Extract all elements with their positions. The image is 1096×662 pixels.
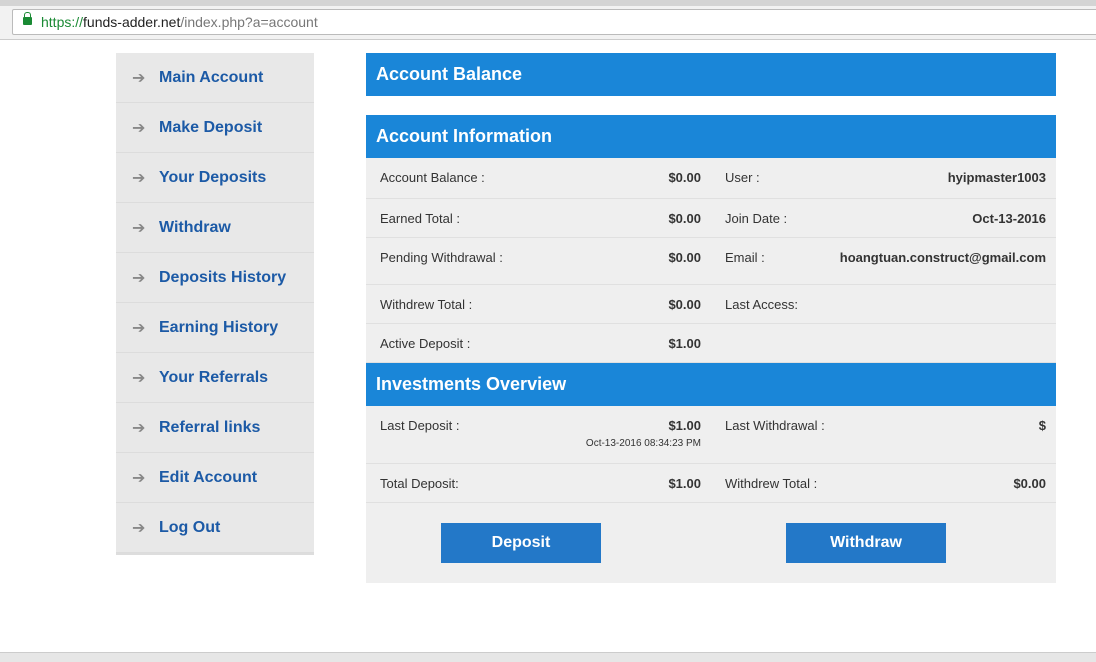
field-label: Join Date : xyxy=(725,211,788,226)
last-withdrawal-label: Last Withdrawal : xyxy=(725,418,825,433)
sidebar-item-label: Edit Account xyxy=(159,468,258,486)
url-host: funds-adder.net xyxy=(83,14,181,30)
arrow-right-icon: ➔ xyxy=(132,319,146,337)
field-value: $1.00 xyxy=(668,336,701,351)
total-deposit-value: $1.00 xyxy=(668,476,701,491)
last-deposit-label: Last Deposit : xyxy=(380,418,460,433)
deposit-button[interactable]: Deposit xyxy=(441,523,601,563)
sidebar-item-label: Deposits History xyxy=(159,268,287,286)
account-information-header: Account Information xyxy=(366,115,1056,158)
url-scheme: https:// xyxy=(41,14,84,30)
browser-toolbar: https://funds-adder.net/index.php?a=acco… xyxy=(0,6,1096,40)
last-deposit-date: Oct-13-2016 08:34:23 PM xyxy=(585,438,701,449)
field-value: $0.00 xyxy=(668,250,701,265)
arrow-right-icon: ➔ xyxy=(132,169,146,187)
field-label: Pending Withdrawal : xyxy=(380,250,503,265)
table-row: Account Balance : $0.00 User : hyipmaster10… xyxy=(366,158,1056,199)
field-label: Active Deposit : xyxy=(380,336,471,351)
withdraw-button[interactable]: Withdraw xyxy=(786,523,946,563)
last-withdrawal-value: $ xyxy=(1038,418,1046,433)
sidebar-item-log-out[interactable]: ➔ Log Out xyxy=(116,503,314,553)
field-label: Email : xyxy=(725,250,765,265)
main-content: Account Balance Account Information Acco… xyxy=(366,53,1056,583)
arrow-right-icon: ➔ xyxy=(132,119,146,137)
arrow-right-icon: ➔ xyxy=(132,419,146,437)
field-value: $0.00 xyxy=(668,170,701,185)
url-path: /index.php?a=account xyxy=(180,14,318,30)
sidebar-item-deposits-history[interactable]: ➔ Deposits History xyxy=(116,253,314,303)
last-deposit-value: $1.00 xyxy=(668,418,701,433)
sidebar-menu: ➔ Main Account ➔ Make Deposit ➔ Your Deposits… xyxy=(116,53,314,555)
arrow-right-icon: ➔ xyxy=(132,469,146,487)
table-row: Last Deposit : $1.00 Oct-13-2016 08:34:23 … xyxy=(366,406,1056,464)
withdrew-total-value: $0.00 xyxy=(1013,476,1046,491)
table-row: Total Deposit: $1.00 Withdrew Total : $0.0… xyxy=(366,464,1056,503)
sidebar-item-label: Earning History xyxy=(159,318,279,336)
sidebar-item-withdraw[interactable]: ➔ Withdraw xyxy=(116,203,314,253)
investments-overview-table: Last Deposit : $1.00 Oct-13-2016 08:34:23 … xyxy=(366,406,1056,583)
withdrew-total-label: Withdrew Total : xyxy=(725,476,818,491)
arrow-right-icon: ➔ xyxy=(132,69,146,87)
field-label: Earned Total : xyxy=(380,211,460,226)
table-row: Withdrew Total : $0.00 Last Access: xyxy=(366,285,1056,324)
sidebar-item-label: Withdraw xyxy=(159,218,231,236)
sidebar-item-label: Referral links xyxy=(159,418,261,436)
field-value: $0.00 xyxy=(668,297,701,312)
action-buttons: Deposit Withdraw xyxy=(366,503,1056,583)
arrow-right-icon: ➔ xyxy=(132,269,146,287)
sidebar-item-edit-account[interactable]: ➔ Edit Account xyxy=(116,453,314,503)
sidebar-item-label: Log Out xyxy=(159,518,221,536)
arrow-right-icon: ➔ xyxy=(132,219,146,237)
field-label: Withdrew Total : xyxy=(380,297,473,312)
field-value: hyipmaster1003 xyxy=(947,170,1046,185)
account-balance-header: Account Balance xyxy=(366,53,1056,96)
field-label: Last Access: xyxy=(725,297,798,312)
sidebar-item-referral-links[interactable]: ➔ Referral links xyxy=(116,403,314,453)
lock-icon xyxy=(23,12,32,25)
field-value: hoangtuan.construct@gmail.com xyxy=(839,250,1046,265)
field-value: Oct-13-2016 xyxy=(972,211,1046,226)
table-row: Active Deposit : $1.00 xyxy=(366,324,1056,363)
sidebar-item-label: Your Referrals xyxy=(159,368,269,386)
sidebar-item-label: Main Account xyxy=(159,68,264,86)
arrow-right-icon: ➔ xyxy=(132,519,146,537)
field-label: User : xyxy=(725,170,760,185)
sidebar-item-main-account[interactable]: ➔ Main Account xyxy=(116,53,314,103)
investments-overview-header: Investments Overview xyxy=(366,363,1056,406)
sidebar-item-label: Make Deposit xyxy=(159,118,263,136)
sidebar-item-your-deposits[interactable]: ➔ Your Deposits xyxy=(116,153,314,203)
browser-status-bar xyxy=(0,652,1096,662)
table-row: Earned Total : $0.00 Join Date : Oct-13-201… xyxy=(366,199,1056,238)
account-information-table: Account Balance : $0.00 User : hyipmaster10… xyxy=(366,158,1056,363)
arrow-right-icon: ➔ xyxy=(132,369,146,387)
table-row: Pending Withdrawal : $0.00 Email : hoangtua… xyxy=(366,238,1056,285)
address-bar[interactable]: https://funds-adder.net/index.php?a=acco… xyxy=(12,9,1096,35)
total-deposit-label: Total Deposit: xyxy=(380,476,459,491)
field-value: $0.00 xyxy=(668,211,701,226)
field-label: Account Balance : xyxy=(380,170,485,185)
sidebar-item-earning-history[interactable]: ➔ Earning History xyxy=(116,303,314,353)
sidebar-item-label: Your Deposits xyxy=(159,168,267,186)
sidebar-item-make-deposit[interactable]: ➔ Make Deposit xyxy=(116,103,314,153)
sidebar-item-your-referrals[interactable]: ➔ Your Referrals xyxy=(116,353,314,403)
